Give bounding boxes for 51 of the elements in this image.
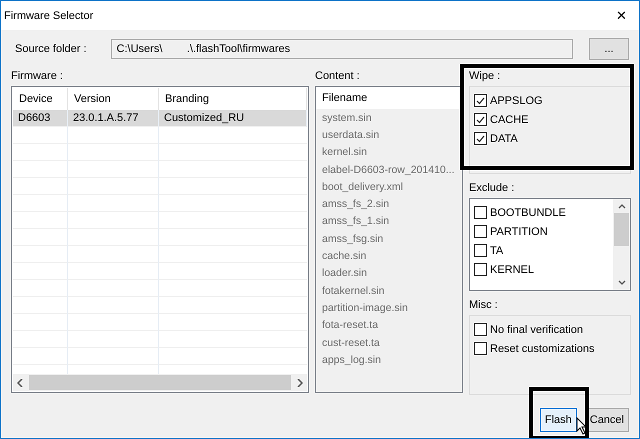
option-label: APPSLOG: [490, 94, 543, 106]
file-name: cust-reset.ta: [321, 336, 381, 350]
option-label: TA: [490, 244, 504, 256]
table-cell[interactable]: Customized_RU: [159, 110, 307, 127]
column-header[interactable]: Filename: [316, 87, 462, 109]
pointer-icon: [576, 417, 588, 435]
file-name: fotakernel.sin: [321, 284, 386, 299]
option-label: PARTITION: [490, 226, 548, 238]
file-name: fota-reset.ta: [321, 318, 380, 334]
file-name: amss_fs_1.sin: [321, 214, 390, 230]
horizontal-scrollbar[interactable]: [13, 374, 307, 391]
checkbox[interactable]: [474, 94, 487, 107]
table-cell[interactable]: D6603: [13, 110, 68, 127]
option-label: DATA: [490, 132, 518, 144]
checkbox[interactable]: [474, 244, 487, 257]
option-label: BOOTBUNDLE: [490, 206, 566, 218]
file-name: apps_log.sin: [321, 352, 382, 368]
folder-field[interactable]: C:\Users\ .\.flashTool\firmwares: [110, 39, 573, 59]
option-label: Reset customizations: [490, 342, 595, 354]
checkbox[interactable]: [474, 342, 487, 355]
file-name: loader.sin: [321, 266, 368, 282]
option-label: CACHE: [490, 114, 529, 126]
checkbox[interactable]: [474, 225, 487, 238]
section-label: Content :: [315, 70, 361, 82]
checkbox[interactable]: [474, 323, 487, 336]
option-label: KERNEL: [490, 264, 534, 276]
file-name: system.sin: [321, 110, 373, 126]
file-name: kernel.sin: [321, 145, 368, 160]
dialog-button[interactable]: Flash: [540, 408, 577, 432]
table-cell[interactable]: 23.0.1.A.5.77: [68, 110, 159, 127]
option-label: No final verification: [490, 324, 583, 336]
checkbox[interactable]: [474, 132, 487, 145]
section-label: Firmware :: [11, 70, 64, 82]
section-label: Exclude :: [469, 182, 516, 194]
checkbox[interactable]: [474, 263, 487, 276]
file-name: partition-image.sin: [321, 300, 409, 316]
file-name: amss_fsg.sin: [321, 232, 384, 247]
browse-button[interactable]: ...: [589, 38, 629, 60]
vertical-scrollbar[interactable]: [613, 199, 630, 290]
file-name: cache.sin: [321, 249, 368, 264]
file-name: elabel-D6603-row_201410...: [321, 162, 456, 178]
section-label: Wipe :: [469, 70, 502, 82]
checkbox[interactable]: [474, 113, 487, 126]
window-title: Firmware Selector: [4, 10, 94, 22]
file-name: boot_delivery.xml: [321, 180, 404, 195]
section-label: Misc :: [469, 299, 499, 311]
checkbox[interactable]: [474, 206, 487, 219]
file-name: amss_fs_2.sin: [321, 197, 390, 212]
file-name: userdata.sin: [321, 128, 380, 143]
close-button[interactable]: ✕: [610, 8, 633, 23]
field-label: Source folder :: [15, 43, 87, 55]
